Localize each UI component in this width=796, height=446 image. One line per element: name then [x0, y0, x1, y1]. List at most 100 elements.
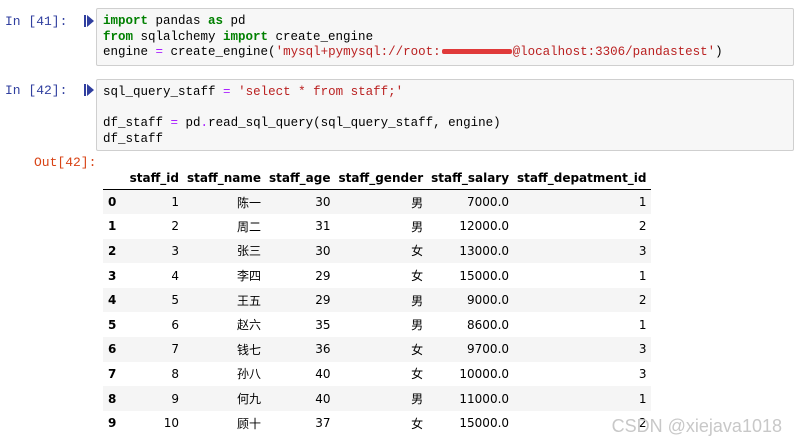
cell-row-index: 6 — [108, 342, 117, 357]
cell-staff-department-id: 1 — [638, 317, 647, 332]
cell-staff-department-id: 1 — [638, 268, 647, 283]
cell-staff-gender: 男 — [411, 293, 424, 308]
cell-row-index: 8 — [108, 391, 117, 406]
column-header-staff-name: staff_name — [183, 167, 265, 190]
cell-staff-age: 40 — [315, 366, 331, 381]
cell-staff-salary: 12000.0 — [459, 219, 510, 234]
code-token: . — [200, 116, 209, 130]
code-cell-42[interactable]: sql_query_staff = 'select * from staff;'… — [96, 79, 794, 151]
code-token: sql_query_staff — [103, 85, 224, 99]
dataframe-table: staff_id staff_name staff_age staff_gend… — [103, 167, 651, 435]
redaction-mark — [441, 49, 512, 55]
table-row: 8 9 何九 40 男 11000.0 1 — [103, 386, 651, 411]
cell-staff-department-id: 3 — [638, 342, 647, 357]
cell-staff-name: 周二 — [236, 219, 261, 234]
table-row: 1 2 周二 31 男 12000.0 2 — [103, 214, 651, 239]
code-line: import pandas as pd — [103, 14, 793, 30]
column-header-staff-gender: staff_gender — [334, 167, 428, 190]
cell-staff-department-id: 3 — [638, 243, 647, 258]
cell-staff-name: 赵六 — [236, 318, 261, 333]
code-token: = — [223, 85, 231, 99]
cell-staff-name: 张三 — [236, 244, 261, 259]
code-token: ) — [715, 45, 723, 59]
cell-staff-name: 李四 — [236, 269, 261, 284]
table-header-row: staff_id staff_name staff_age staff_gend… — [103, 167, 651, 190]
cell-staff-salary: 15000.0 — [459, 268, 510, 283]
cell-staff-salary: 8600.0 — [467, 317, 510, 332]
cell-staff-id: 9 — [171, 391, 179, 406]
cell-row-index: 7 — [108, 366, 117, 381]
cell-staff-name: 孙八 — [236, 367, 261, 382]
cell-staff-name: 陈一 — [236, 195, 261, 210]
watermark: CSDN @xiejava1018 — [611, 416, 782, 436]
cell-staff-id: 6 — [171, 317, 179, 332]
cell-staff-department-id: 3 — [638, 366, 647, 381]
cell-41-prompt: In [41]: — [5, 14, 68, 29]
cell-staff-age: 35 — [315, 317, 331, 332]
cell-staff-age: 29 — [315, 268, 331, 283]
cell-staff-salary: 15000.0 — [459, 416, 510, 431]
cell-staff-id: 7 — [171, 342, 179, 357]
table-row: 7 8 孙八 40 女 10000.0 3 — [103, 362, 651, 387]
code-token: 'mysql+pymysql://root: — [275, 45, 441, 59]
column-header-index — [103, 167, 125, 190]
run-cell-icon[interactable] — [84, 84, 94, 96]
table-row: 6 7 钱七 36 女 9700.0 3 — [103, 337, 651, 362]
code-token: create_engine( — [163, 45, 276, 59]
code-token: = — [155, 45, 164, 59]
cell-row-index: 4 — [108, 293, 117, 308]
cell-staff-id: 4 — [171, 268, 179, 283]
code-token: sqlalchemy — [133, 29, 224, 44]
cell-staff-gender: 女 — [411, 244, 424, 259]
code-token: import — [223, 29, 269, 44]
table-row: 2 3 张三 30 女 13000.0 3 — [103, 238, 651, 264]
cell-staff-department-id: 1 — [638, 195, 647, 210]
code-line: df_staff = pd.read_sql_query(sql_query_s… — [103, 116, 793, 132]
cell-staff-department-id: 1 — [638, 391, 647, 406]
cell-staff-department-id: 2 — [638, 293, 647, 308]
cell-staff-age: 30 — [315, 195, 331, 210]
run-cell-icon[interactable] — [84, 15, 94, 27]
cell-staff-id: 3 — [171, 243, 179, 258]
column-header-staff-department-id: staff_depatment_id — [513, 167, 651, 190]
cell-staff-age: 29 — [315, 293, 331, 308]
code-lines: import pandas as pd from sqlalchemy impor… — [103, 14, 793, 61]
code-token: df_staff — [103, 131, 164, 146]
code-line: from sqlalchemy import create_engine — [103, 30, 793, 46]
code-token: pd — [223, 14, 246, 28]
code-token: df_staff — [103, 116, 171, 130]
cell-staff-salary: 9000.0 — [467, 293, 510, 308]
cell-staff-id: 2 — [171, 219, 179, 234]
cell-staff-gender: 男 — [411, 392, 424, 407]
cell-staff-salary: 10000.0 — [459, 366, 510, 381]
cell-staff-age: 30 — [315, 243, 331, 258]
cell-row-index: 2 — [108, 243, 117, 258]
cell-staff-gender: 男 — [411, 318, 424, 333]
code-lines: sql_query_staff = 'select * from staff;'… — [103, 85, 793, 147]
code-token: as — [208, 14, 224, 28]
code-token: create_engine — [268, 29, 374, 44]
cell-staff-age: 36 — [315, 342, 331, 357]
code-cell-41[interactable]: import pandas as pd from sqlalchemy impor… — [96, 8, 794, 66]
cell-42-prompt: In [42]: — [5, 83, 68, 98]
table-row: 9 10 顾十 37 女 15000.0 2 — [103, 411, 651, 436]
cell-staff-name: 钱七 — [236, 342, 261, 357]
cell-staff-salary: 7000.0 — [467, 195, 510, 210]
column-header-staff-id: staff_id — [125, 167, 183, 190]
code-token: @localhost:3306/pandastest' — [512, 45, 716, 59]
table-row: 3 4 李四 29 女 15000.0 1 — [103, 263, 651, 288]
code-token: read_sql_query(sql_query_staff, engine) — [208, 116, 501, 130]
cell-staff-salary: 9700.0 — [467, 342, 510, 357]
cell-staff-name: 何九 — [236, 392, 261, 407]
cell-staff-id: 8 — [171, 366, 179, 381]
cell-staff-gender: 男 — [411, 195, 424, 210]
code-line: engine = create_engine('mysql+pymysql://… — [103, 45, 793, 61]
cell-staff-gender: 女 — [411, 416, 424, 431]
table-body: 0 1 陈一 30 男 7000.0 1 1 2 周二 31 男 12000.0 2 2 3 张三 30 女 1300… — [103, 189, 651, 436]
table-row: 4 5 王五 29 男 9000.0 2 — [103, 287, 651, 313]
code-token: engine — [103, 45, 156, 59]
code-line: sql_query_staff = 'select * from staff;' — [103, 85, 793, 101]
code-token: pd — [178, 116, 201, 130]
